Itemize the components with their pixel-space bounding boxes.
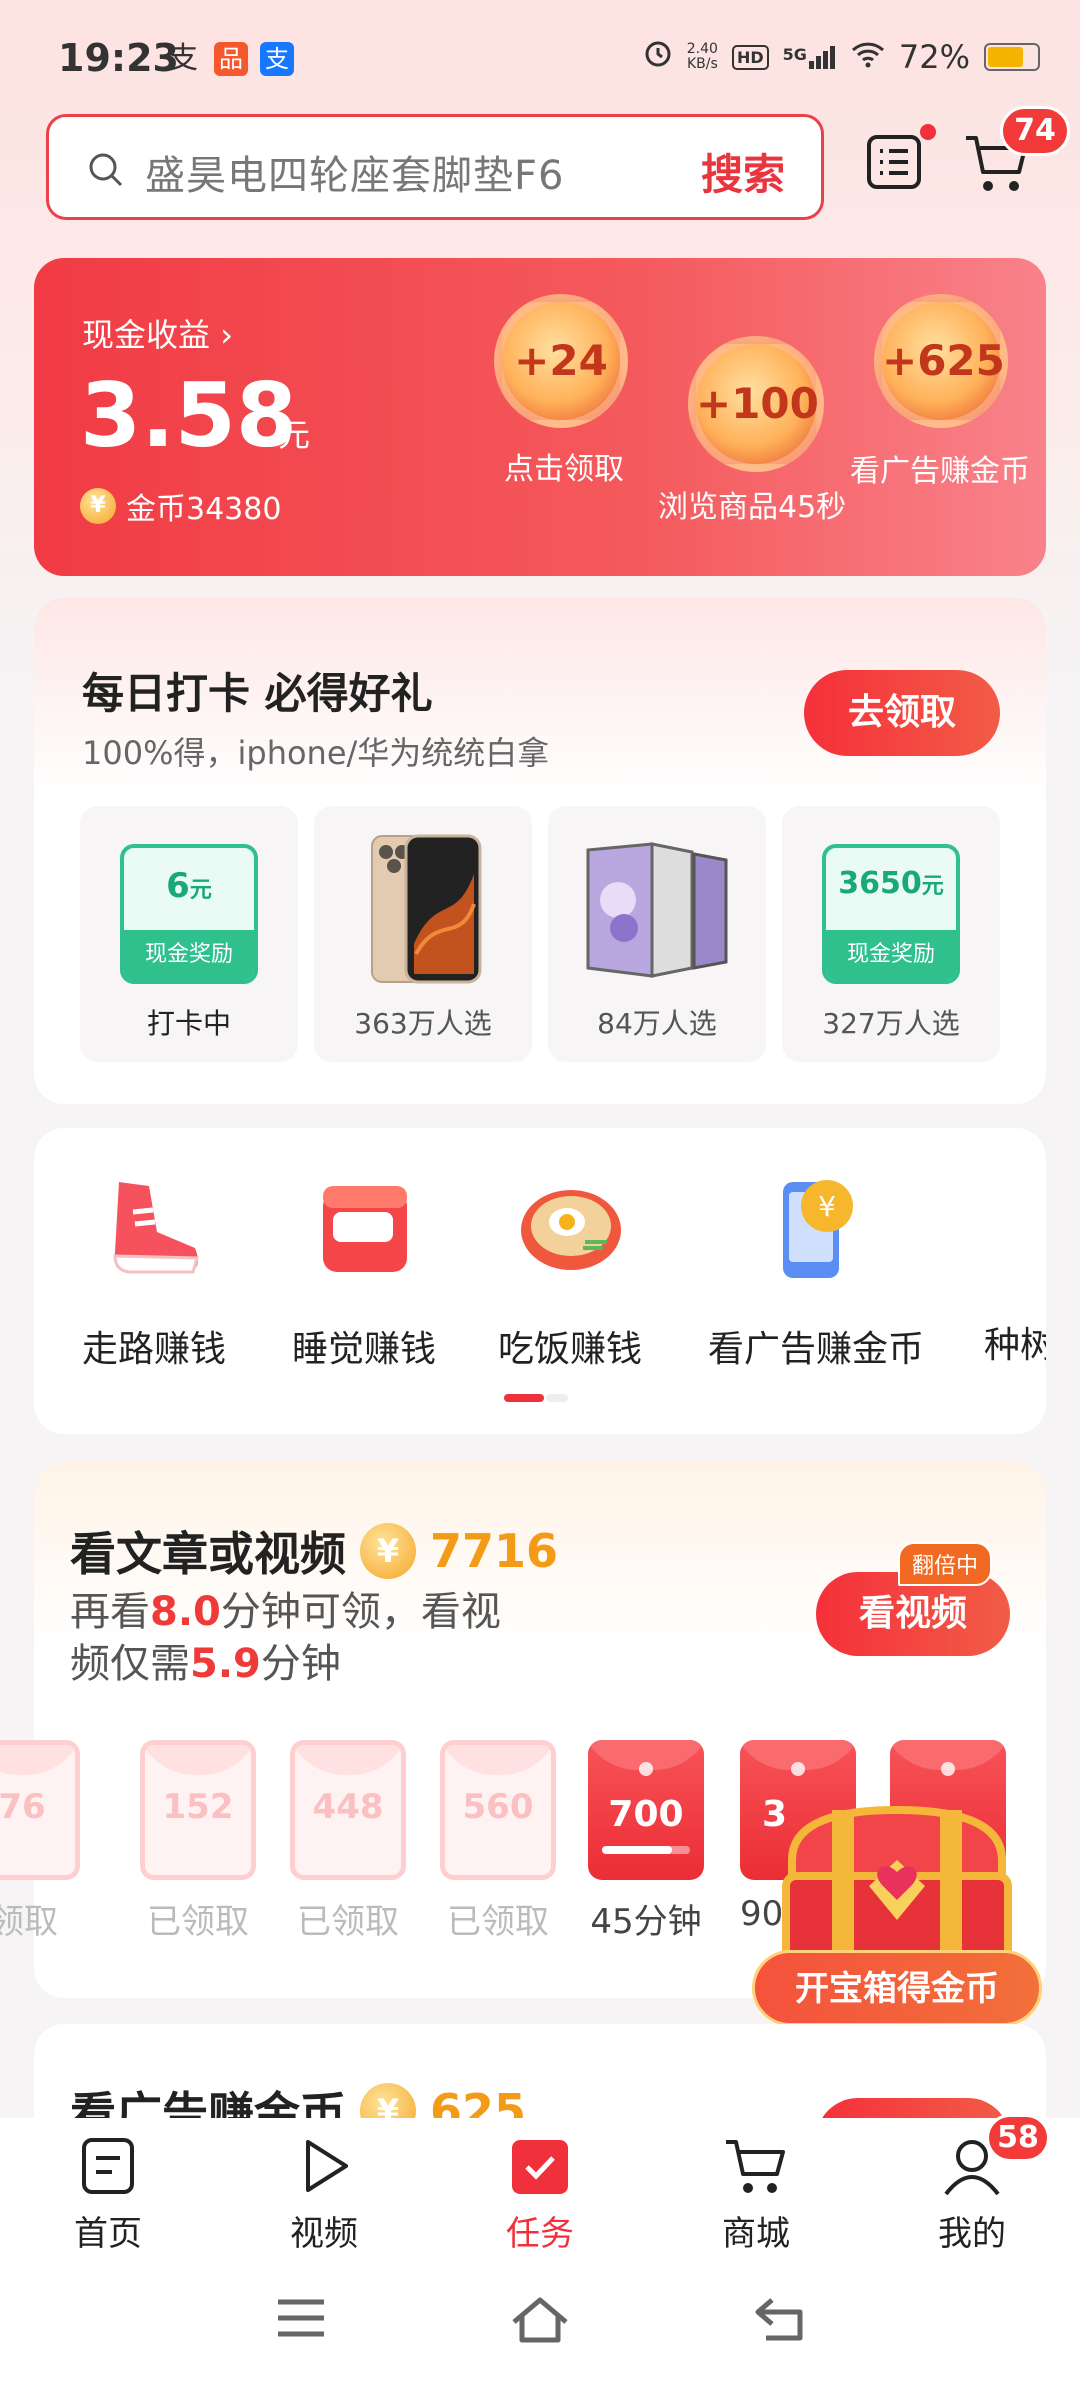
reward-envelope[interactable]: 560 [440, 1740, 556, 1880]
article-coins: 7716 [430, 1524, 559, 1578]
search-bar[interactable]: 盛昊电四轮座套脚垫F6 搜索 [46, 114, 824, 220]
envelope-caption: 已领取 [447, 1902, 549, 1942]
reward-envelope[interactable]: 152 [140, 1740, 256, 1880]
alipay-notification-icon: 支 [168, 41, 198, 76]
reward-bubble[interactable]: +100 [688, 336, 824, 472]
reward-caption: 浏览商品45秒 [658, 490, 847, 525]
search-button[interactable]: 搜索 [701, 141, 785, 202]
home-nav-icon[interactable] [510, 2296, 570, 2344]
reward-envelope[interactable]: 448 [290, 1740, 406, 1880]
claim-button[interactable]: 去领取 [804, 670, 1000, 756]
earn-categories: 走路赚钱 睡觉赚钱 吃饭赚钱 ¥ 看广告赚金币 种树 [34, 1128, 1046, 1434]
iphone-image [371, 834, 482, 984]
reward-bubble[interactable]: +625 [874, 294, 1008, 428]
reward-envelope-current[interactable]: 700 [588, 1740, 704, 1880]
coin-icon: ¥ [80, 488, 116, 524]
checkin-title: 每日打卡 必得好礼 [82, 669, 433, 718]
coin-balance: ¥ 金币34380 [80, 484, 281, 528]
scroll-indicator [546, 1394, 568, 1402]
status-bar: 19:23 支 品 支 2.40 KB/s HD 5G 72% [0, 0, 1080, 110]
sneaker-icon [113, 1182, 199, 1274]
menu-nav-icon[interactable] [276, 2296, 326, 2340]
bed-icon [323, 1186, 407, 1272]
tab-video[interactable]: 视频 [244, 2136, 404, 2255]
cash-earnings-card[interactable]: 现金收益 › 3.58 元 ¥ 金币34380 +24 点击领取 +100 浏览… [34, 258, 1046, 576]
reward-caption: 看广告赚金币 [850, 454, 1030, 489]
category-tree[interactable]: 种树 [984, 1172, 1046, 1368]
envelope-caption: 已领取 [147, 1902, 249, 1942]
cash-ticket: 3650元 现金奖励 [822, 844, 960, 984]
prize-item[interactable]: 3650元 现金奖励 327万人选 [782, 806, 1000, 1062]
category-ads[interactable]: ¥ 看广告赚金币 [696, 1172, 936, 1372]
reward-envelope[interactable]: 76 [0, 1740, 80, 1880]
category-walk[interactable]: 走路赚钱 [64, 1172, 244, 1372]
category-sleep[interactable]: 睡觉赚钱 [274, 1172, 454, 1372]
phone-coin-icon: ¥ [783, 1180, 853, 1278]
coin-icon: ¥ [360, 1523, 416, 1579]
reward-caption: 点击领取 [504, 452, 624, 487]
cash-amount: 3.58 [80, 364, 298, 467]
foldable-phone-image [586, 842, 728, 978]
hd-badge: HD [731, 44, 769, 70]
search-icon [89, 153, 123, 187]
notification-dot [920, 124, 936, 140]
open-chest-button[interactable]: 开宝箱得金币 [752, 1950, 1042, 2026]
svg-text:¥: ¥ [818, 1190, 836, 1223]
envelope-caption: 领取 [0, 1902, 58, 1942]
task-check-icon [512, 2140, 568, 2194]
daily-checkin-card: 每日打卡 必得好礼 100%得，iphone/华为统统白拿 去领取 6元 现金奖… [34, 598, 1046, 1104]
status-icons: 2.40 KB/s HD 5G 72% [643, 38, 1040, 76]
treasure-chest-widget[interactable]: 开宝箱得金币 [752, 1800, 1042, 2032]
prize-item[interactable]: 6元 现金奖励 打卡中 [80, 806, 298, 1062]
back-nav-icon[interactable] [752, 2296, 808, 2342]
wifi-icon [851, 38, 885, 76]
checkin-subtitle: 100%得，iphone/华为统统白拿 [82, 734, 550, 772]
tab-tasks[interactable]: 任务 [460, 2136, 620, 2255]
play-icon [306, 2140, 348, 2192]
battery-percent: 72% [898, 38, 970, 76]
battery-icon [984, 43, 1040, 71]
tab-mall[interactable]: 商城 [676, 2136, 836, 2255]
home-doc-icon [82, 2138, 134, 2194]
prize-item[interactable]: 84万人选 [548, 806, 766, 1062]
double-tag: 翻倍中 [898, 1542, 993, 1586]
chevron-right-icon: › [220, 316, 233, 354]
cash-label[interactable]: 现金收益 › [82, 310, 233, 356]
clock: 19:23 [58, 36, 179, 80]
bottom-nav: 首页 视频 任务 商城 我的 58 [0, 2114, 1080, 2388]
alarm-icon [643, 38, 673, 76]
prize-item[interactable]: 363万人选 [314, 806, 532, 1062]
alipay-app-icon: 支 [260, 42, 294, 76]
category-eat[interactable]: 吃饭赚钱 [480, 1172, 660, 1372]
cash-unit: 元 [278, 416, 311, 454]
progress-bar [602, 1846, 690, 1854]
scroll-indicator-active [504, 1394, 544, 1402]
net-speed: 2.40 KB/s [686, 41, 718, 72]
profile-badge: 58 [986, 2114, 1050, 2162]
order-list-icon[interactable] [866, 134, 922, 190]
article-description: 再看8.0分钟可领，看视频仅需5.9分钟 [70, 1589, 501, 1687]
tab-home[interactable]: 首页 [28, 2136, 188, 2255]
envelope-caption: 已领取 [297, 1902, 399, 1942]
search-input[interactable]: 盛昊电四轮座套脚垫F6 [145, 143, 564, 201]
app-notification-icon: 品 [214, 42, 248, 76]
signal-icon: 5G [783, 45, 837, 69]
noodle-bowl-icon [521, 1190, 621, 1270]
envelope-caption: 45分钟 [590, 1902, 702, 1942]
cart-badge: 74 [1000, 106, 1070, 156]
reward-bubble[interactable]: +24 [494, 294, 628, 428]
cash-ticket: 6元 现金奖励 [120, 844, 258, 984]
article-title-row: 看文章或视频 ¥ 7716 [70, 1523, 559, 1581]
cart-icon [726, 2140, 785, 2193]
